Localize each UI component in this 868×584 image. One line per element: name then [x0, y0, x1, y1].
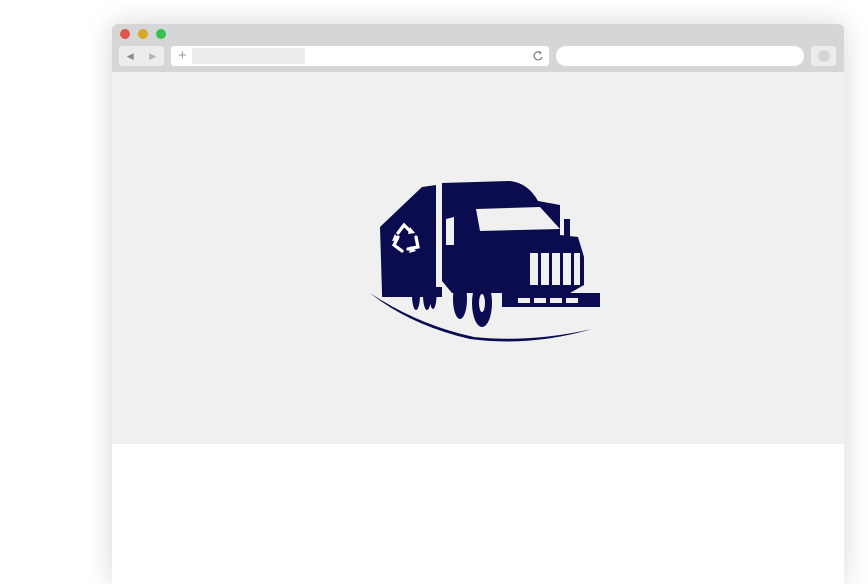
hero-banner — [112, 72, 844, 444]
browser-toolbar: ◀ ▶ + — [112, 24, 844, 72]
browser-window: ◀ ▶ + — [112, 24, 844, 584]
url-field[interactable] — [192, 48, 305, 64]
plus-icon[interactable]: + — [178, 47, 187, 65]
close-window-button[interactable] — [120, 29, 130, 39]
back-button[interactable]: ◀ — [119, 46, 142, 66]
maximize-window-button[interactable] — [156, 29, 166, 39]
page-content — [112, 444, 844, 584]
search-field[interactable] — [556, 46, 804, 66]
extension-icon — [818, 50, 830, 62]
extension-button[interactable] — [811, 46, 836, 66]
forward-button[interactable]: ▶ — [142, 46, 165, 66]
recycling-truck-icon — [370, 181, 600, 342]
reload-icon[interactable] — [532, 49, 544, 63]
address-bar[interactable]: + — [171, 46, 549, 66]
forward-arrow-icon: ▶ — [149, 50, 157, 61]
back-arrow-icon: ◀ — [126, 50, 134, 61]
navigation-buttons: ◀ ▶ — [119, 46, 164, 66]
minimize-window-button[interactable] — [138, 29, 148, 39]
